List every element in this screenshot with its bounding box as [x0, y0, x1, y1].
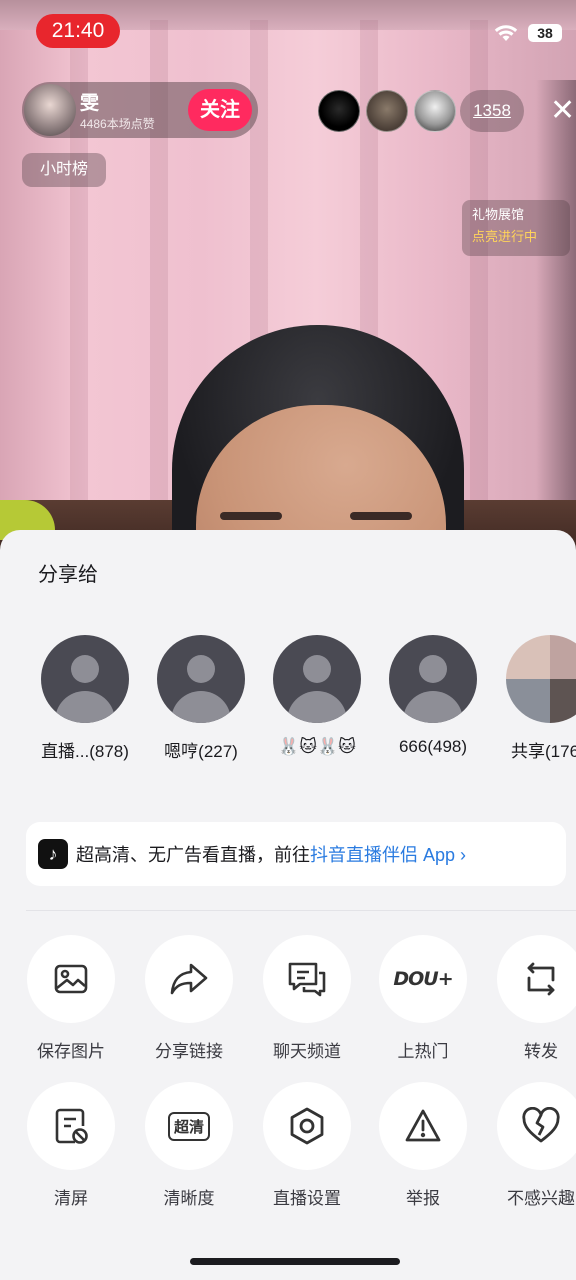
battery-indicator: 38 — [528, 24, 562, 42]
host-avatar[interactable] — [24, 84, 76, 136]
contact-avatar — [389, 635, 477, 723]
action-label: 不感兴趣 — [507, 1189, 575, 1208]
action-label: 清屏 — [54, 1189, 88, 1208]
share-contact[interactable]: 🐰🐱🐰🐱 — [262, 635, 372, 757]
contact-name: 🐰🐱🐰🐱 — [278, 737, 356, 756]
repost-icon — [527, 962, 555, 996]
contact-avatar-collage — [506, 635, 576, 723]
clear-screen-button[interactable]: 清屏 — [16, 1082, 126, 1209]
hd-icon: 超清 — [167, 1111, 210, 1141]
dou-plus-icon: DOU+ — [393, 968, 453, 990]
action-label: 分享链接 — [155, 1042, 223, 1061]
contact-name: 直播...(878) — [41, 742, 129, 761]
action-label: 上热门 — [397, 1042, 449, 1061]
contact-avatar — [273, 635, 361, 723]
viewer-avatar[interactable] — [318, 90, 360, 132]
chat-channel-button[interactable]: 聊天频道 — [252, 935, 362, 1062]
broken-heart-icon — [522, 1107, 560, 1143]
share-sheet-title: 分享给 — [38, 564, 98, 586]
share-contact[interactable]: 666(498) — [378, 635, 488, 757]
share-contact[interactable]: 嗯哼(227) — [146, 635, 256, 762]
contact-name: 嗯哼(227) — [164, 742, 238, 761]
not-interested-button[interactable]: 不感兴趣 — [486, 1082, 576, 1209]
tiktok-logo-icon: ♪ — [38, 839, 68, 869]
status-time: 21:40 — [36, 14, 120, 48]
repost-button[interactable]: 转发 — [486, 935, 576, 1062]
live-settings-button[interactable]: 直播设置 — [252, 1082, 362, 1209]
share-contact[interactable]: 直播...(878) — [30, 635, 140, 762]
action-label: 直播设置 — [273, 1189, 341, 1208]
eyebrow — [220, 512, 282, 520]
chat-icon — [288, 962, 326, 997]
clear-screen-icon — [55, 1108, 88, 1144]
image-icon — [54, 964, 88, 994]
share-arrow-icon — [170, 963, 208, 995]
divider — [26, 910, 576, 911]
gift-hall-title: 礼物展馆 — [472, 207, 525, 222]
share-sheet: 分享给 直播...(878) 嗯哼(227) 🐰🐱🐰🐱 666(498) 共享(… — [0, 530, 576, 1280]
host-likes: 4486本场点赞 — [80, 117, 155, 131]
status-icons: 38 — [494, 24, 562, 42]
close-icon[interactable]: ✕ — [550, 96, 575, 126]
companion-app-banner[interactable]: ♪ 超高清、无广告看直播，前往 抖音直播伴侣 App › — [26, 822, 566, 886]
host-info[interactable]: 雯 4486本场点赞 关注 — [22, 82, 258, 138]
settings-hex-icon — [290, 1107, 324, 1145]
viewer-count[interactable]: 1358 — [460, 90, 524, 132]
action-label: 举报 — [406, 1189, 440, 1208]
banner-link[interactable]: 抖音直播伴侣 App › — [310, 841, 466, 867]
report-icon — [405, 1109, 441, 1142]
viewer-avatar[interactable] — [414, 90, 456, 132]
follow-button[interactable]: 关注 — [188, 89, 252, 131]
gift-hall-badge[interactable]: 礼物展馆 点亮进行中 — [462, 200, 570, 256]
hour-rank-badge[interactable]: 小时榜 — [22, 153, 106, 187]
host-name: 雯 — [80, 93, 100, 114]
contact-avatar — [157, 635, 245, 723]
action-label: 保存图片 — [37, 1042, 105, 1061]
share-link-button[interactable]: 分享链接 — [134, 935, 244, 1062]
wifi-icon — [494, 25, 518, 41]
action-label: 清晰度 — [163, 1189, 215, 1208]
save-image-button[interactable]: 保存图片 — [16, 935, 126, 1062]
resolution-button[interactable]: 超清 清晰度 — [134, 1082, 244, 1209]
dou-plus-button[interactable]: DOU+ 上热门 — [368, 935, 478, 1062]
viewer-avatar[interactable] — [366, 90, 408, 132]
room-corner — [536, 80, 576, 540]
contact-avatar — [41, 635, 129, 723]
action-label: 转发 — [524, 1042, 558, 1061]
contact-name: 666(498) — [398, 737, 468, 756]
action-label: 聊天频道 — [273, 1042, 341, 1061]
eyebrow — [350, 512, 412, 520]
contact-name: 共享(176 — [511, 742, 576, 761]
report-button[interactable]: 举报 — [368, 1082, 478, 1209]
gift-hall-status: 点亮进行中 — [472, 229, 538, 244]
share-contact[interactable]: 共享(176 — [496, 635, 576, 762]
banner-text: 超高清、无广告看直播，前往 — [76, 845, 310, 865]
home-indicator[interactable] — [190, 1258, 400, 1265]
